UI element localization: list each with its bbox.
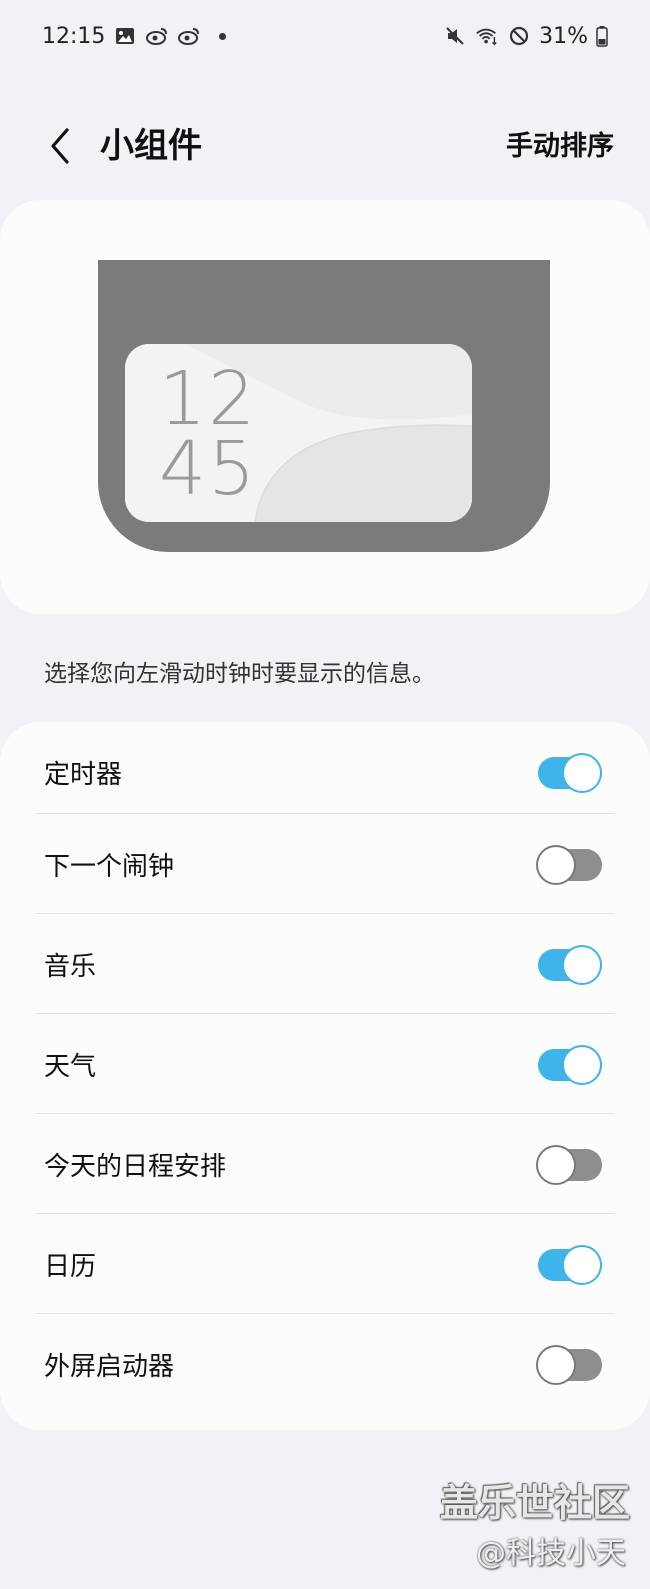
cover-launcher-toggle[interactable] <box>536 1345 602 1385</box>
toggle-thumb <box>562 1045 602 1085</box>
toggle-thumb <box>536 1345 576 1385</box>
calendar-toggle[interactable] <box>536 1245 602 1285</box>
setting-row-timer[interactable]: 定时器 <box>36 722 614 822</box>
mute-icon <box>443 24 467 48</box>
setting-label: 外屏启动器 <box>44 1351 175 1382</box>
widget-preview-card: 12 45 <box>0 200 650 614</box>
status-left: 12:15 <box>42 23 227 49</box>
setting-row-music[interactable]: 音乐 <box>36 914 614 1014</box>
toggle-thumb <box>562 753 602 793</box>
chevron-left-icon <box>51 128 69 164</box>
setting-label: 定时器 <box>44 759 123 790</box>
description-text: 选择您向左滑动时钟时要显示的信息。 <box>44 661 435 687</box>
setting-label: 音乐 <box>44 951 97 982</box>
clock-widget-preview: 12 45 <box>125 344 472 522</box>
cover-screen-preview: 12 45 <box>98 260 550 552</box>
watermark-author: @科技小天 <box>476 1536 626 1571</box>
weibo-icon <box>145 24 169 48</box>
music-toggle[interactable] <box>536 945 602 985</box>
next-alarm-toggle[interactable] <box>536 845 602 885</box>
toggle-thumb <box>562 1245 602 1285</box>
battery-icon <box>596 24 608 48</box>
today-schedule-toggle[interactable] <box>536 1145 602 1185</box>
watermark-logo-text: 盖乐世社区 <box>439 1481 630 1525</box>
toggle-thumb <box>562 945 602 985</box>
notification-dot-icon <box>219 32 227 40</box>
weather-toggle[interactable] <box>536 1045 602 1085</box>
weibo-icon <box>177 24 201 48</box>
status-right: 31% <box>443 24 608 49</box>
setting-label: 下一个闹钟 <box>44 851 175 882</box>
back-button[interactable] <box>36 122 84 170</box>
page-title: 小组件 <box>100 126 202 166</box>
battery-percent: 31% <box>539 23 588 49</box>
setting-label: 天气 <box>44 1051 97 1082</box>
wifi-icon <box>475 24 499 48</box>
image-icon <box>113 24 137 48</box>
setting-row-cover-launcher[interactable]: 外屏启动器 <box>36 1314 614 1414</box>
widget-settings-list: 定时器 下一个闹钟 音乐 天气 今天的日程安排 日历 外屏启动器 <box>0 722 650 1430</box>
clock-hour: 12 <box>159 356 258 442</box>
status-bar: 12:15 31% <box>0 0 650 72</box>
timer-toggle[interactable] <box>536 753 602 793</box>
setting-row-weather[interactable]: 天气 <box>36 1014 614 1114</box>
status-time: 12:15 <box>42 23 106 49</box>
manual-sort-button[interactable]: 手动排序 <box>506 124 614 163</box>
setting-label: 日历 <box>44 1251 97 1282</box>
setting-row-next-alarm[interactable]: 下一个闹钟 <box>36 814 614 914</box>
toggle-thumb <box>536 1145 576 1185</box>
setting-row-today-schedule[interactable]: 今天的日程安排 <box>36 1114 614 1214</box>
clock-minute: 45 <box>159 426 258 512</box>
do-not-disturb-icon <box>507 24 531 48</box>
setting-label: 今天的日程安排 <box>44 1151 227 1182</box>
toggle-thumb <box>536 845 576 885</box>
setting-row-calendar[interactable]: 日历 <box>36 1214 614 1314</box>
app-header: 小组件 手动排序 <box>0 100 650 190</box>
